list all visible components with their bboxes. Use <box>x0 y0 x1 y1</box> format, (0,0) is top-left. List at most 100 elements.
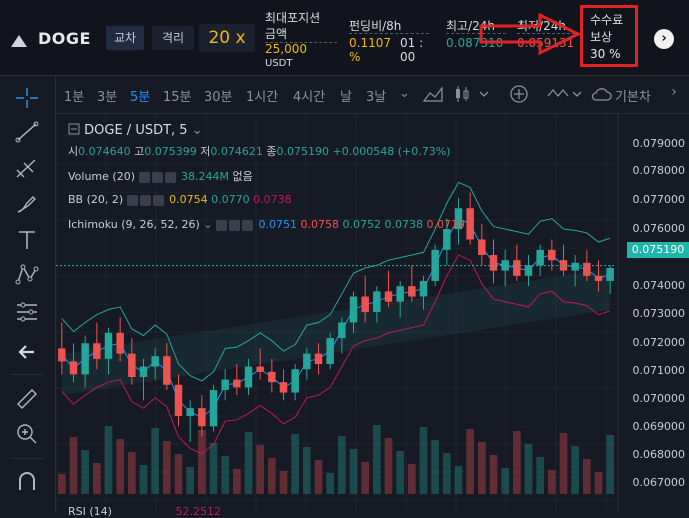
candle-chart-icon[interactable] <box>452 84 472 104</box>
ohlc-change: +0.000548 (+0.73%) <box>332 145 451 158</box>
settings-icon[interactable] <box>139 194 151 206</box>
price-axis-label: 0.071000 <box>632 364 686 377</box>
candle-body <box>396 286 404 302</box>
volume-bar <box>104 426 113 494</box>
current-price-tag: 0.075190 <box>627 242 689 258</box>
max-position-unit: USDT <box>265 58 293 69</box>
price-axis-label: 0.069000 <box>632 420 686 433</box>
funding-countdown: 01 : 00 <box>400 36 424 64</box>
ruler-icon[interactable] <box>14 386 40 410</box>
visibility-icon[interactable] <box>126 194 138 206</box>
text-tool-icon[interactable] <box>14 228 40 252</box>
legend-pair-row: DOGE / USDT, 5 ⌄ <box>68 123 203 138</box>
legend-ichimoku-row: Ichimoku (9, 26, 52, 26) ⌄ 0.0751 0.0758… <box>68 218 465 231</box>
basic-chart-label[interactable]: 기본차 <box>615 86 651 105</box>
area-chart-icon[interactable] <box>422 85 444 103</box>
trend-line-icon[interactable] <box>14 120 40 144</box>
symbol-title[interactable]: DOGE <box>38 29 91 48</box>
volume-bar <box>396 451 404 494</box>
add-indicator-icon[interactable] <box>509 84 529 104</box>
candle-body <box>244 366 253 388</box>
cross-margin-button[interactable]: 교차 <box>106 26 144 50</box>
volume-bar <box>256 445 264 494</box>
interval-4h[interactable]: 4시간 <box>293 86 325 105</box>
volume-bar <box>139 465 148 494</box>
back-arrow-icon[interactable] <box>14 340 40 364</box>
candle-body <box>104 332 113 359</box>
candle-body <box>233 379 241 388</box>
candle-body <box>221 379 229 390</box>
candle-body <box>571 262 579 271</box>
close-icon[interactable] <box>164 171 176 183</box>
next-arrow-button[interactable]: › <box>654 29 674 49</box>
interval-dropdown-icon[interactable]: ⌄ <box>399 86 410 101</box>
isolated-margin-button[interactable]: 격리 <box>152 26 194 50</box>
legend-pair-dropdown-icon[interactable]: ⌄ <box>192 123 203 138</box>
indicators-icon[interactable] <box>546 84 570 104</box>
interval-15m[interactable]: 15분 <box>163 86 192 105</box>
ichimoku-dropdown-icon[interactable]: ⌄ <box>203 218 212 231</box>
interval-30m[interactable]: 30분 <box>204 86 233 105</box>
interval-3m[interactable]: 3분 <box>97 86 117 105</box>
price-axis-label: 0.078000 <box>632 164 686 177</box>
visibility-icon[interactable] <box>216 219 228 231</box>
ichimoku-base: 0.0758 <box>300 218 340 231</box>
volume-bar <box>408 464 416 494</box>
zoom-in-icon[interactable] <box>14 422 40 446</box>
interval-1h[interactable]: 1시간 <box>246 86 278 105</box>
candle-body <box>408 286 416 297</box>
volume-bar <box>209 443 218 494</box>
candle-body <box>524 265 533 276</box>
price-axis-label: 0.067000 <box>632 476 686 489</box>
dropdown-icon[interactable] <box>476 86 492 102</box>
candle-body <box>256 366 264 372</box>
close-icon[interactable] <box>242 219 254 231</box>
volume-bar <box>431 440 439 494</box>
leverage-button[interactable]: 20 x <box>199 24 255 52</box>
prediction-tool-icon[interactable] <box>14 300 40 324</box>
fib-tools-icon[interactable] <box>14 156 40 180</box>
price-axis-label: 0.068000 <box>632 448 686 461</box>
ohlc-open: 0.074640 <box>78 145 131 158</box>
brush-icon[interactable] <box>14 192 40 216</box>
candle-body <box>384 291 393 302</box>
legend-pair: DOGE / USDT, 5 <box>84 123 188 138</box>
magnet-icon[interactable] <box>14 470 40 494</box>
price-axis-label: 0.070000 <box>632 392 686 405</box>
volume-bar <box>268 458 276 494</box>
doge-logo-icon <box>11 35 27 47</box>
candle-body <box>151 356 159 367</box>
crosshair-icon[interactable] <box>14 86 40 110</box>
candle-body <box>443 229 451 250</box>
candle-body <box>513 260 521 276</box>
toolbar-scroll-right-icon[interactable]: › <box>659 84 689 104</box>
volume-bar <box>466 429 474 494</box>
close-icon[interactable] <box>152 194 164 206</box>
interval-5m[interactable]: 5분 <box>130 86 150 105</box>
candle-body <box>58 348 66 362</box>
candle-body <box>303 353 311 370</box>
volume-bar <box>548 470 556 494</box>
candle-body <box>139 366 148 377</box>
pattern-tool-icon[interactable] <box>14 262 40 286</box>
settings-icon[interactable] <box>229 219 241 231</box>
visibility-icon[interactable] <box>138 171 150 183</box>
volume-bar <box>606 435 614 494</box>
indicators-dropdown-icon[interactable] <box>570 86 584 102</box>
legend-ohlc-row: 시0.074640 고0.075399 저0.074621 종0.075190 … <box>68 145 451 158</box>
volume-bar <box>221 456 229 494</box>
volume-suffix: 없음 <box>232 170 253 183</box>
interval-3d[interactable]: 3날 <box>366 86 386 105</box>
candle-body <box>361 296 369 313</box>
interval-1d[interactable]: 날 <box>340 86 352 105</box>
collapse-icon[interactable] <box>68 123 80 135</box>
cloud-icon[interactable] <box>590 85 612 103</box>
candle-body <box>548 249 556 261</box>
volume-label: Volume (20) <box>68 170 135 183</box>
price-axis-label: 0.072000 <box>632 336 686 349</box>
candle-body <box>93 343 101 359</box>
price-axis-label: 0.074000 <box>632 279 686 292</box>
settings-icon[interactable] <box>151 171 163 183</box>
ohlc-low: 0.074621 <box>210 145 263 158</box>
interval-1m[interactable]: 1분 <box>64 86 84 105</box>
